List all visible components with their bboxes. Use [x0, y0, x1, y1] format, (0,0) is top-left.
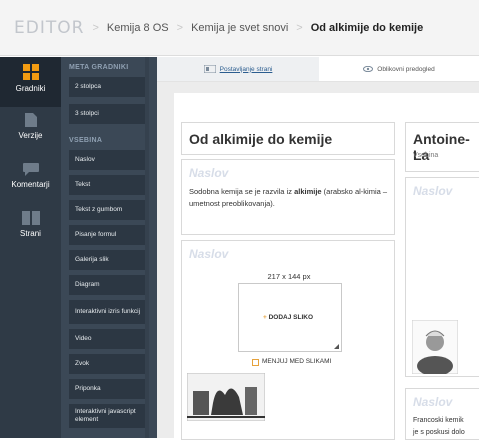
block-pisanje-formul[interactable]: Pisanje formul — [69, 225, 149, 245]
block-zvok[interactable]: Zvok — [69, 354, 149, 374]
heading-placeholder: Naslov — [413, 184, 453, 198]
resize-handle-icon[interactable] — [334, 344, 339, 349]
title-block[interactable]: Od alkimije do kemije — [181, 122, 395, 155]
add-image-button[interactable]: + DODAJ SLIKO — [263, 314, 313, 321]
block-tekst-z-gumbom[interactable]: Tekst z gumbom — [69, 200, 149, 220]
text-block[interactable]: Naslov Sodobna kemija se je razvila iz a… — [181, 159, 395, 235]
layout-icon — [203, 65, 216, 73]
breadcrumb-separator: > — [296, 21, 303, 34]
blocks-panel: META GRADNIKI 2 stolpca 3 stolpci VSEBIN… — [61, 57, 157, 438]
grid-icon — [22, 64, 39, 80]
right-text-block[interactable]: Naslov Francoski kemik je s posk​usi dol… — [405, 388, 479, 440]
block-interaktivni-javascript[interactable]: Interaktivni javascript element — [69, 404, 149, 428]
heading-placeholder: Naslov — [413, 395, 453, 409]
right-title-block[interactable]: Antoine-La Vsebina — [405, 122, 479, 172]
panel-heading-content: VSEBINA — [69, 137, 103, 144]
engraving-thumbnail[interactable] — [187, 373, 265, 421]
panel-heading-meta: META GRADNIKI — [69, 64, 129, 71]
breadcrumb-current: Od alkimije do kemije — [310, 21, 424, 34]
heading-placeholder: Naslov — [189, 247, 229, 261]
pages-icon — [21, 211, 40, 225]
rail-item-strani[interactable]: Strani — [0, 211, 61, 251]
checkbox-label: MENJUJ MED SLIKAMI — [262, 358, 332, 365]
block-2-columns[interactable]: 2 stolpca — [69, 77, 149, 97]
app-brand: EDITOR — [14, 17, 85, 38]
block-3-columns[interactable]: 3 stolpci — [69, 104, 149, 124]
paragraph-text: Sodobna kemija se je razvila iz alkimije… — [189, 187, 388, 208]
tab-design-preview[interactable]: Oblikovni predogled — [319, 57, 479, 81]
top-bar: EDITOR > Kemija 8 OS > Kemija je svet sn… — [0, 0, 479, 56]
rail-item-label: Verzije — [18, 131, 43, 140]
right-image-block[interactable]: Naslov — [405, 177, 479, 377]
document-icon — [24, 113, 37, 127]
image-block[interactable]: Naslov 217 x 144 px + DODAJ SLIKO MENJUJ… — [181, 240, 395, 440]
breadcrumb-item-chapter[interactable]: Kemija je svet snovi — [191, 22, 288, 34]
right-paragraph-line: Francoski kemik — [413, 417, 464, 424]
rail-item-label: Strani — [20, 229, 41, 238]
right-paragraph-line: je s posk​usi dolo — [413, 429, 465, 436]
rail-item-gradniki[interactable]: Gradniki — [0, 57, 61, 107]
left-rail: Gradniki Verzije Komentarji Strani — [0, 57, 61, 438]
breadcrumb-separator: > — [176, 21, 184, 34]
image-dropzone[interactable]: + DODAJ SLIKO — [238, 283, 342, 352]
right-column-subtitle: Vsebina — [413, 152, 439, 159]
block-galerija-slik[interactable]: Galerija slik — [69, 250, 149, 270]
editor-canvas: Od alkimije do kemije Naslov Sodobna kem… — [157, 82, 479, 440]
tab-page-layout[interactable]: Postavljanje strani — [157, 57, 319, 81]
block-tekst[interactable]: Tekst — [69, 175, 149, 195]
view-tabs: Postavljanje strani Oblikovni predogled — [157, 57, 479, 82]
panel-scrollbar[interactable] — [145, 57, 149, 438]
toggle-images-checkbox[interactable] — [252, 359, 259, 366]
tab-label: Postavljanje strani — [219, 65, 273, 73]
block-interaktivni-izris[interactable]: Interaktivni izris funkcij — [69, 300, 149, 324]
rail-item-komentarji[interactable]: Komentarji — [0, 163, 61, 203]
eye-icon — [363, 66, 374, 72]
rail-item-verzije[interactable]: Verzije — [0, 113, 61, 153]
portrait-thumbnail[interactable] — [412, 320, 458, 374]
block-naslov[interactable]: Naslov — [69, 150, 149, 170]
comment-icon — [22, 163, 39, 176]
image-size-label: 217 x 144 px — [267, 272, 311, 281]
block-diagram[interactable]: Diagram — [69, 275, 149, 295]
block-video[interactable]: Video — [69, 329, 149, 349]
block-priponka[interactable]: Priponka — [69, 379, 149, 399]
tab-label: Oblikovni predogled — [377, 65, 435, 73]
breadcrumb-separator: > — [92, 21, 99, 34]
heading-placeholder: Naslov — [189, 166, 229, 180]
breadcrumb-item-course[interactable]: Kemija 8 OS — [107, 22, 169, 34]
page-title: Od alkimije do kemije — [189, 131, 333, 147]
page-area: Od alkimije do kemije Naslov Sodobna kem… — [174, 93, 479, 440]
rail-item-label: Gradniki — [15, 84, 46, 93]
rail-item-label: Komentarji — [11, 180, 50, 189]
